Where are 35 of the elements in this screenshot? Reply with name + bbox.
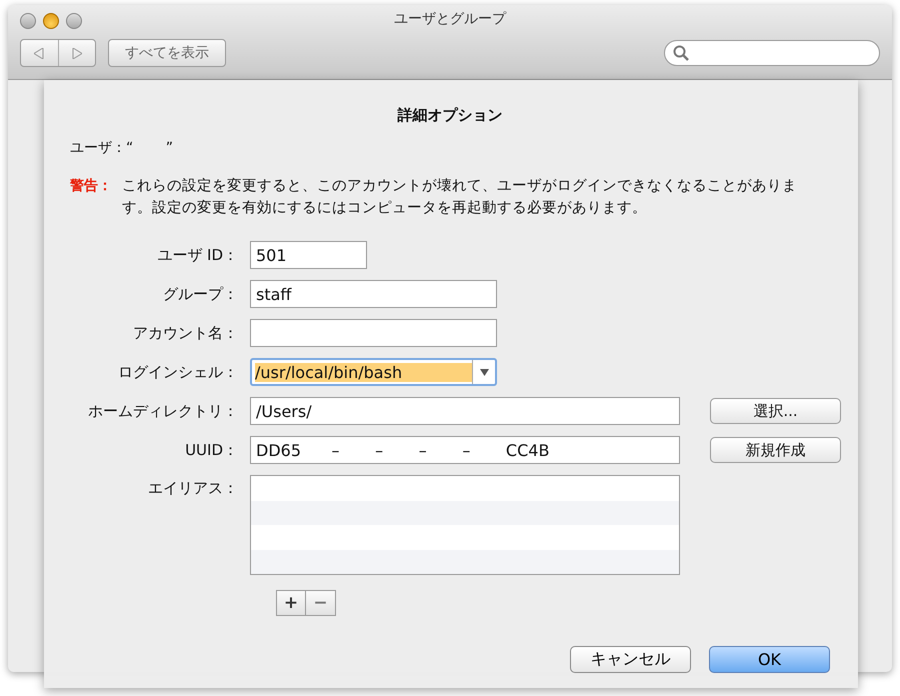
input-field[interactable]: staff bbox=[250, 280, 497, 308]
alias-list[interactable] bbox=[250, 475, 680, 575]
field-label: ユーザ ID： bbox=[156, 246, 238, 264]
close-button[interactable] bbox=[20, 13, 36, 29]
login-shell-combo[interactable]: /usr/local/bin/bash bbox=[250, 358, 497, 386]
minimize-button[interactable] bbox=[43, 13, 59, 29]
field-label: エイリアス： bbox=[147, 478, 238, 498]
input-field[interactable]: /Users/ bbox=[250, 397, 680, 425]
field-label: ホームディレクトリ： bbox=[87, 402, 238, 420]
search-icon bbox=[673, 45, 689, 61]
field-label: UUID： bbox=[184, 440, 238, 460]
field-label: ログインシェル： bbox=[117, 362, 238, 382]
warning-label: 警告： bbox=[70, 177, 112, 196]
sheet-title: 詳細オプション bbox=[396, 106, 504, 125]
search-field[interactable] bbox=[664, 40, 880, 66]
input-field[interactable]: DD65 – – – – CC4B bbox=[250, 436, 680, 464]
field-button[interactable]: 選択... bbox=[710, 398, 841, 424]
back-icon bbox=[34, 48, 44, 58]
ok-button[interactable]: OK bbox=[709, 646, 830, 673]
input-field[interactable] bbox=[250, 319, 497, 347]
field-button[interactable]: 新規作成 bbox=[710, 437, 841, 463]
field-label: アカウント名： bbox=[132, 324, 238, 342]
warning-text: これらの設定を変更すると、このアカウントが壊れて、ユーザがログインできなくなることがあります。設定の変更を有効にするにはコンピュータを再起動する必要があります。 bbox=[122, 176, 798, 218]
input-field[interactable]: 501 bbox=[250, 241, 367, 269]
add-button[interactable]: + bbox=[276, 590, 306, 616]
back-forward-control[interactable] bbox=[20, 39, 96, 67]
forward-icon bbox=[72, 48, 82, 58]
remove-button[interactable]: − bbox=[306, 590, 336, 616]
cancel-button[interactable]: キャンセル bbox=[570, 646, 691, 673]
dropdown-arrow-icon bbox=[480, 368, 488, 376]
window-title: ユーザとグループ bbox=[394, 10, 506, 28]
user-name-line: ユーザ：“ ” bbox=[70, 139, 174, 157]
zoom-button[interactable] bbox=[66, 13, 82, 29]
show-all-button[interactable]: すべてを表示 bbox=[108, 39, 226, 67]
field-label: グループ： bbox=[162, 284, 238, 304]
